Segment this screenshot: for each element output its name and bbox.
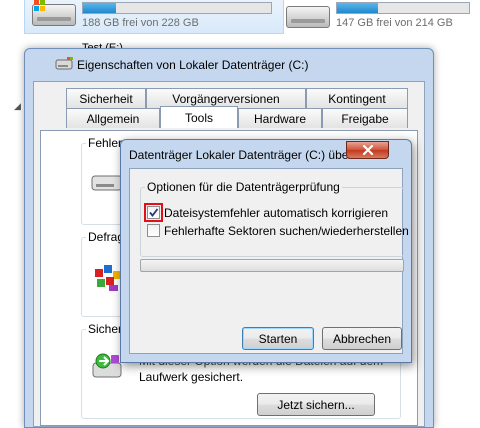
tab-vorgaengerversionen[interactable]: Vorgängerversionen [146, 88, 306, 108]
defrag-icon [95, 265, 121, 291]
dialog-body: Optionen für die Datenträgerprüfung Date… [129, 168, 409, 354]
tab-sicherheit[interactable]: Sicherheit [66, 88, 146, 108]
drive-c-usage-bar [82, 2, 272, 14]
backup-description-2: Laufwerk gesichert. [139, 370, 244, 384]
tab-allgemein[interactable]: Allgemein [66, 108, 160, 128]
backup-now-button[interactable]: Jetzt sichern... [257, 393, 375, 416]
checkmark-icon [149, 208, 159, 217]
drive-c-free-space: 188 GB frei von 228 GB [82, 17, 199, 29]
drive-check-icon [91, 175, 123, 191]
start-button[interactable]: Starten [242, 327, 314, 350]
options-group: Optionen für die Datenträgerprüfung [140, 180, 404, 257]
options-group-title: Optionen für die Datenträgerprüfung [145, 180, 342, 194]
scan-sectors-checkbox[interactable] [147, 224, 160, 237]
cancel-button[interactable]: Abbrechen [322, 327, 402, 350]
dialog-title: Datenträger Lokaler Datenträger (C:) übe… [129, 148, 362, 162]
scan-sectors-label[interactable]: Fehlerhafte Sektoren suchen/wiederherste… [164, 224, 409, 238]
drive-d-free-space: 147 GB frei von 214 GB [336, 17, 453, 29]
close-button[interactable] [346, 141, 389, 159]
tab-kontingent[interactable]: Kontingent [306, 88, 408, 108]
backup-title: Sicher [86, 322, 125, 336]
drive-d-icon [286, 6, 330, 28]
check-disk-dialog: Datenträger Lokaler Datenträger (C:) übe… [120, 139, 412, 363]
tab-freigabe[interactable]: Freigabe [322, 108, 408, 128]
tab-hardware[interactable]: Hardware [238, 108, 322, 128]
progress-bar [140, 259, 404, 272]
nav-arrow-icon: ◢ [14, 101, 21, 111]
drive-small-icon [55, 57, 73, 70]
drive-d-usage-bar [336, 2, 470, 14]
close-icon [362, 145, 373, 155]
properties-title: Eigenschaften von Lokaler Datenträger (C… [77, 58, 309, 72]
error-check-title: Fehler [86, 136, 125, 150]
tab-tools[interactable]: Tools [160, 106, 238, 128]
windows-flag-icon [34, 0, 46, 12]
fix-errors-checkbox[interactable] [147, 206, 160, 219]
fix-errors-label[interactable]: Dateisystemfehler automatisch korrigiere… [164, 206, 388, 220]
